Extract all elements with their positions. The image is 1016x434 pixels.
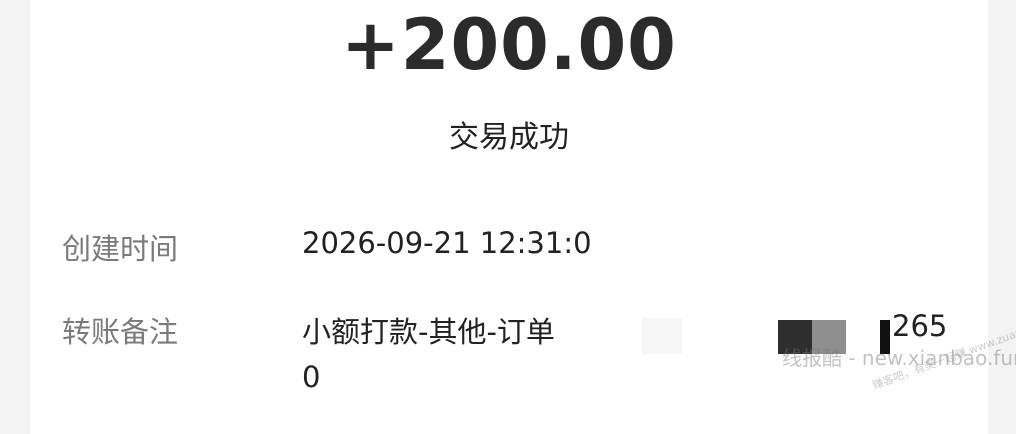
- transaction-status: 交易成功: [449, 120, 569, 155]
- transfer-note-label: 转账备注: [62, 315, 179, 349]
- transaction-amount: +200.00: [341, 4, 677, 86]
- transfer-note-value: 小额打款-其他-订单: [302, 315, 555, 349]
- transaction-detail-card: +200.00 交易成功 创建时间 2026-09-21 12:31:0 转账备…: [30, 0, 1016, 434]
- transfer-note-tail: 265: [892, 309, 948, 343]
- redaction-blur: [642, 318, 682, 354]
- transfer-note-value-line2: 0: [302, 360, 321, 394]
- created-time-value: 2026-09-21 12:31:0: [302, 226, 592, 260]
- created-time-label: 创建时间: [62, 232, 179, 266]
